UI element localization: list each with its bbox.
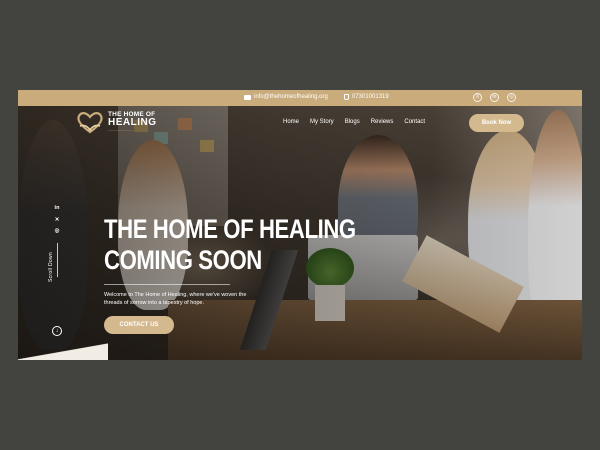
main-nav: Home My Story Blogs Reviews Contact [283,119,425,125]
nav-reviews[interactable]: Reviews [371,119,394,125]
mail-icon [244,94,251,100]
x-icon[interactable]: ✕ [55,217,60,224]
scroll-down-label[interactable]: Scroll Down [48,252,54,282]
hero-title: THE HOME OF HEALING COMING SOON [104,214,356,276]
hero-title-line2: COMING SOON [104,245,262,275]
linkedin-icon[interactable]: in [55,205,60,212]
phone-link[interactable]: 07301001319 [344,94,389,100]
site-logo[interactable]: THE HOME OF HEALING —————————— [76,110,157,134]
email-text: info@thehomeofhealing.org [254,94,328,100]
divider-line [56,242,58,277]
nav-home[interactable]: Home [283,119,299,125]
nav-contact[interactable]: Contact [404,119,425,125]
top-contact-bar: info@thehomeofhealing.org 07301001319 X … [18,90,582,106]
phone-icon [344,94,349,100]
hero-subtitle: Welcome to The Home of Healing, where we… [104,292,247,306]
hero-title-line1: THE HOME OF HEALING [104,214,356,244]
book-now-button[interactable]: Book Now [469,114,524,132]
bottom-wave-shape [18,342,108,360]
phone-text: 07301001319 [352,94,389,100]
email-link[interactable]: info@thehomeofhealing.org [244,94,328,100]
top-socials: X in ◎ [473,93,516,102]
heart-hands-icon [77,112,103,134]
hero-divider [104,284,230,285]
instagram-icon[interactable]: ◎ [507,93,516,102]
instagram-icon[interactable]: ◎ [55,228,60,235]
logo-line2: HEALING [108,117,157,129]
contact-us-button[interactable]: CONTACT US [104,316,174,334]
logo-tagline: —————————— [108,129,133,133]
nav-blogs[interactable]: Blogs [345,119,360,125]
website-screenshot: info@thehomeofhealing.org 07301001319 X … [18,90,582,360]
nav-my-story[interactable]: My Story [310,119,334,125]
x-icon[interactable]: X [473,93,482,102]
linkedin-icon[interactable]: in [490,93,499,102]
arrow-down-icon[interactable]: ↓ [52,326,62,336]
